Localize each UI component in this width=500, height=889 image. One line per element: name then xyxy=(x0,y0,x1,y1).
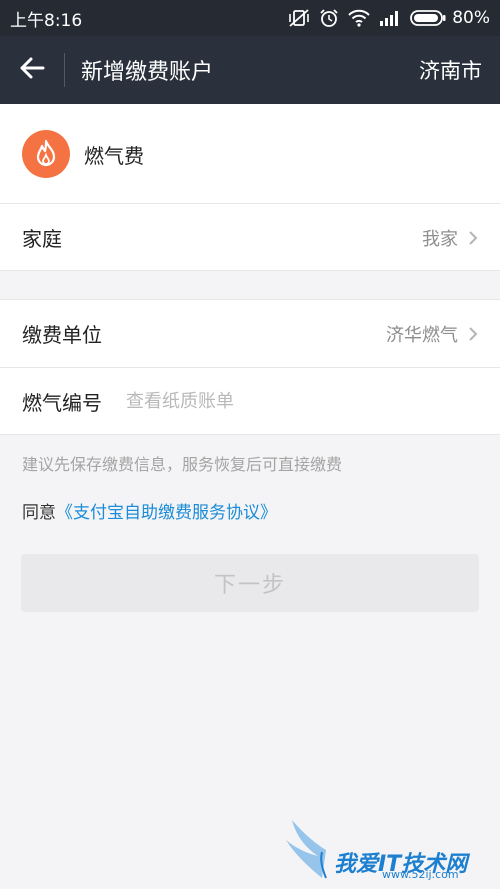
family-row[interactable]: 家庭 我家 xyxy=(0,204,500,271)
wifi-icon xyxy=(348,9,370,27)
alarm-icon xyxy=(319,8,339,28)
agreement-link[interactable]: 《支付宝自助缴费服务协议》 xyxy=(56,503,277,523)
status-icons: 80% xyxy=(288,8,490,28)
divider xyxy=(0,434,500,435)
billing-unit-label: 缴费单位 xyxy=(22,323,102,347)
back-button[interactable] xyxy=(0,36,64,104)
family-value: 我家 xyxy=(422,228,458,250)
billing-unit-value: 济华燃气 xyxy=(386,324,458,346)
chevron-right-icon xyxy=(468,326,478,342)
signal-icon xyxy=(379,10,401,26)
gas-number-label: 燃气编号 xyxy=(22,391,102,415)
next-step-button[interactable]: 下一步 xyxy=(21,554,479,612)
fee-type-row: 燃气费 xyxy=(0,104,500,204)
agreement-prefix: 同意 xyxy=(22,503,56,523)
vibrate-off-icon xyxy=(288,8,310,28)
watermark: 我爱IT技术网 www.52ij.com xyxy=(282,812,492,882)
nav-bar: 新增缴费账户 济南市 xyxy=(0,36,500,104)
flame-icon xyxy=(22,130,70,178)
watermark-url: www.52ij.com xyxy=(382,868,459,881)
nav-divider xyxy=(64,53,65,87)
fee-type-label: 燃气费 xyxy=(84,143,144,168)
chevron-right-icon xyxy=(468,230,478,246)
agreement-line: 同意《支付宝自助缴费服务协议》 xyxy=(22,498,277,523)
gas-number-row: 燃气编号 xyxy=(0,368,500,435)
billing-unit-row[interactable]: 缴费单位 济华燃气 xyxy=(0,300,500,367)
battery-indicator: 80% xyxy=(410,8,490,28)
save-hint: 建议先保存缴费信息，服务恢复后可直接缴费 xyxy=(22,455,343,474)
status-bar: 上午8:16 80% xyxy=(0,0,500,36)
family-label: 家庭 xyxy=(22,227,62,251)
divider xyxy=(0,270,500,271)
battery-icon xyxy=(410,10,446,26)
battery-percent: 80% xyxy=(452,8,490,28)
status-time: 上午8:16 xyxy=(10,10,83,31)
arrow-left-icon xyxy=(19,56,45,84)
city-selector[interactable]: 济南市 xyxy=(419,55,482,85)
page-title: 新增缴费账户 xyxy=(81,60,214,85)
gas-number-input[interactable] xyxy=(126,391,406,412)
